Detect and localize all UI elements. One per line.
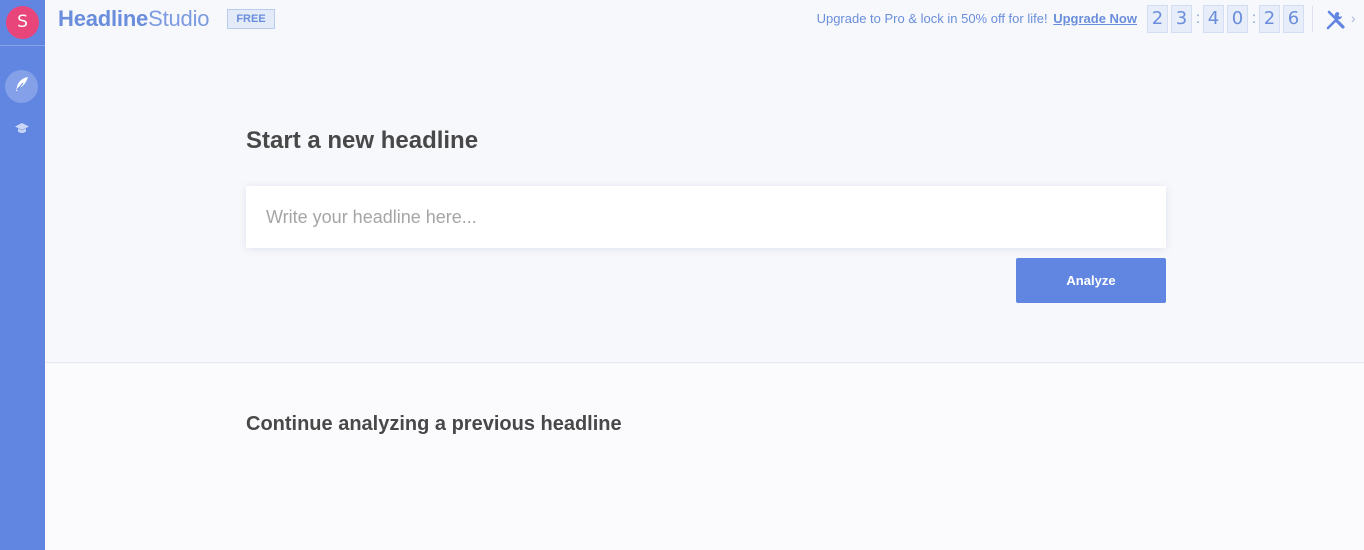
analyze-button[interactable]: Analyze <box>1016 258 1166 303</box>
new-headline-section: Start a new headline Analyze <box>45 40 1364 363</box>
headline-input[interactable] <box>246 186 1166 248</box>
countdown-digit: 2 <box>1147 5 1168 33</box>
sidebar: S <box>0 0 45 550</box>
countdown-separator: : <box>1251 10 1257 27</box>
sidebar-item-write[interactable] <box>5 70 38 103</box>
topbar-divider <box>1312 6 1313 32</box>
app-logo[interactable]: HeadlineStudio <box>58 6 209 32</box>
upgrade-now-link[interactable]: Upgrade Now <box>1053 11 1137 26</box>
promo-text: Upgrade to Pro & lock in 50% off for lif… <box>816 11 1048 26</box>
countdown-digit: 3 <box>1171 5 1192 33</box>
countdown-digit: 4 <box>1203 5 1224 33</box>
logo-light-text: Studio <box>148 6 210 31</box>
logo-bold-text: Headline <box>58 6 149 31</box>
previous-headlines-section: Continue analyzing a previous headline <box>45 364 1364 550</box>
countdown-timer: 2 3 : 4 0 : 2 6 <box>1147 5 1307 33</box>
countdown-digit: 0 <box>1227 5 1248 33</box>
upgrade-promo: Upgrade to Pro & lock in 50% off for lif… <box>817 11 1137 26</box>
new-headline-title: Start a new headline <box>246 127 479 154</box>
sidebar-divider <box>0 45 45 46</box>
chevron-right-icon[interactable]: › <box>1351 10 1356 26</box>
previous-headlines-title: Continue analyzing a previous headline <box>246 413 622 435</box>
countdown-separator: : <box>1195 10 1201 27</box>
countdown-digit: 2 <box>1259 5 1280 33</box>
tools-icon[interactable] <box>1325 9 1347 31</box>
avatar[interactable]: S <box>6 6 39 39</box>
top-bar: HeadlineStudio FREE Upgrade to Pro & loc… <box>45 0 1364 40</box>
countdown-digit: 6 <box>1283 5 1304 33</box>
feather-icon <box>14 76 30 97</box>
plan-badge: FREE <box>227 9 275 29</box>
graduation-cap-icon <box>14 122 30 141</box>
sidebar-item-learn[interactable] <box>5 115 38 148</box>
